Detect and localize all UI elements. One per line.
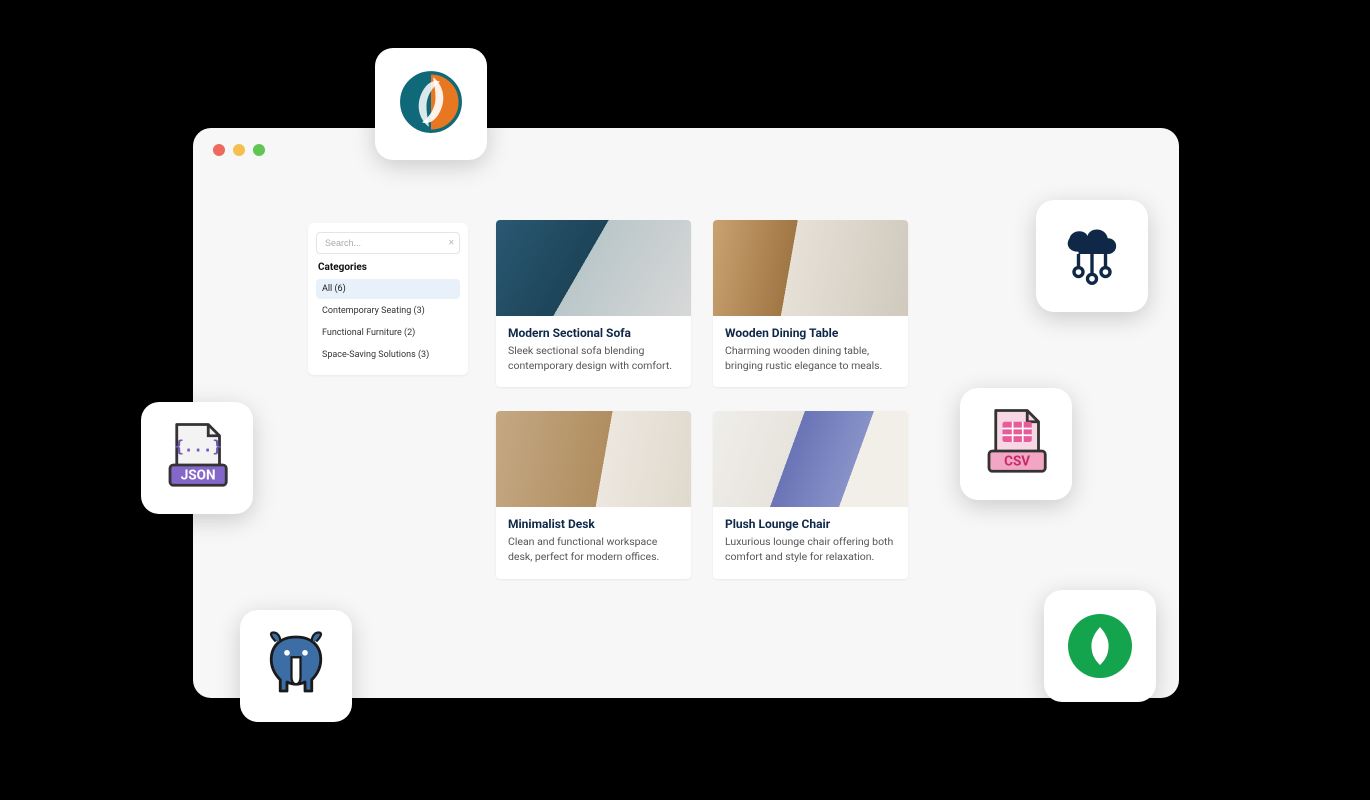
close-window-icon[interactable] bbox=[213, 144, 225, 156]
window-traffic-lights bbox=[213, 144, 265, 156]
csv-tile: CSV bbox=[960, 388, 1072, 500]
postgresql-icon bbox=[260, 628, 332, 704]
product-title: Wooden Dining Table bbox=[725, 326, 896, 340]
mysql-tile bbox=[375, 48, 487, 160]
cloud-network-icon bbox=[1056, 218, 1128, 294]
product-card[interactable]: Plush Lounge Chair Luxurious lounge chair… bbox=[713, 411, 908, 578]
mongodb-icon bbox=[1068, 614, 1132, 678]
search-input[interactable] bbox=[316, 232, 460, 254]
product-card-body: Wooden Dining Table Charming wooden dinin… bbox=[713, 316, 908, 387]
product-card[interactable]: Minimalist Desk Clean and functional work… bbox=[496, 411, 691, 578]
category-item[interactable]: Functional Furniture (2) bbox=[316, 323, 460, 343]
svg-text:{...}: {...} bbox=[174, 437, 221, 456]
product-image bbox=[496, 411, 691, 507]
product-title: Modern Sectional Sofa bbox=[508, 326, 679, 340]
product-description: Luxurious lounge chair offering both com… bbox=[725, 535, 896, 564]
category-item[interactable]: All (6) bbox=[316, 279, 460, 299]
mysql-icon bbox=[395, 66, 467, 142]
product-image bbox=[496, 220, 691, 316]
product-image bbox=[713, 220, 908, 316]
category-list: All (6)Contemporary Seating (3)Functiona… bbox=[316, 279, 460, 365]
category-item[interactable]: Contemporary Seating (3) bbox=[316, 301, 460, 321]
product-card-body: Minimalist Desk Clean and functional work… bbox=[496, 507, 691, 578]
mongodb-tile bbox=[1044, 590, 1156, 702]
cloud-tile bbox=[1036, 200, 1148, 312]
csv-icon: CSV bbox=[980, 406, 1052, 482]
json-tile: {...} JSON bbox=[141, 402, 253, 514]
product-card-body: Plush Lounge Chair Luxurious lounge chair… bbox=[713, 507, 908, 578]
category-item[interactable]: Space-Saving Solutions (3) bbox=[316, 345, 460, 365]
svg-text:CSV: CSV bbox=[1004, 454, 1030, 470]
search-wrap: × bbox=[316, 231, 460, 254]
maximize-window-icon[interactable] bbox=[253, 144, 265, 156]
product-title: Plush Lounge Chair bbox=[725, 517, 896, 531]
clear-search-icon[interactable]: × bbox=[449, 237, 454, 248]
product-description: Clean and functional workspace desk, per… bbox=[508, 535, 679, 564]
svg-text:JSON: JSON bbox=[181, 468, 216, 484]
product-image bbox=[713, 411, 908, 507]
postgresql-tile bbox=[240, 610, 352, 722]
product-card-body: Modern Sectional Sofa Sleek sectional sof… bbox=[496, 316, 691, 387]
product-description: Charming wooden dining table, bringing r… bbox=[725, 344, 896, 373]
product-title: Minimalist Desk bbox=[508, 517, 679, 531]
json-icon: {...} JSON bbox=[161, 420, 233, 496]
categories-heading: Categories bbox=[318, 262, 460, 273]
product-grid: Modern Sectional Sofa Sleek sectional sof… bbox=[496, 220, 908, 579]
product-card[interactable]: Modern Sectional Sofa Sleek sectional sof… bbox=[496, 220, 691, 387]
product-card[interactable]: Wooden Dining Table Charming wooden dinin… bbox=[713, 220, 908, 387]
product-description: Sleek sectional sofa blending contempora… bbox=[508, 344, 679, 373]
minimize-window-icon[interactable] bbox=[233, 144, 245, 156]
categories-sidebar: × Categories All (6)Contemporary Seating… bbox=[308, 223, 468, 375]
